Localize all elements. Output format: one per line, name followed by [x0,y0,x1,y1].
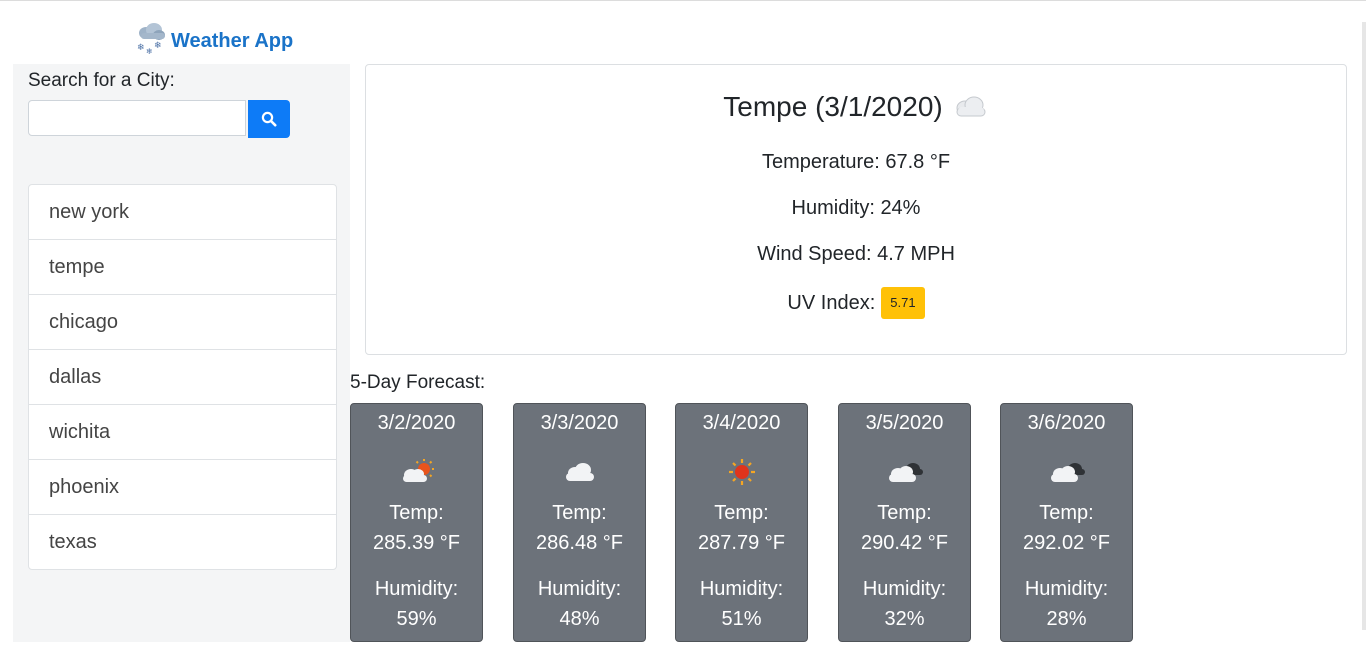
weather-app-page: ❄ ❄ ❄ Weather App Search for a City: new… [0,0,1366,656]
search-history-list: new york tempe chicago dallas wichita ph… [28,184,337,570]
current-wind-speed: Wind Speed: 4.7 MPH [757,243,955,265]
forecast-humidity: 59% [396,608,437,630]
uv-index-row: UV Index: 5.71 [366,287,1346,319]
forecast-humidity-label: Humidity: [1024,578,1109,600]
forecast-temp-label: Temp: [389,502,444,524]
forecast-date: 3/4/2020 [702,412,781,434]
history-item[interactable]: dallas [29,349,336,404]
forecast-date: 3/2/2020 [377,412,456,434]
search-input[interactable] [28,100,246,136]
cloud-icon [951,95,989,119]
scrollbar[interactable] [1362,22,1366,630]
forecast-humidity-label: Humidity: [699,578,784,600]
forecast-humidity-label: Humidity: [537,578,622,600]
sidebar: Search for a City: new york tempe chicag… [13,64,350,642]
broken-clouds-icon [1001,454,1132,490]
forecast-card: 3/2/2020 Temp: 285.39 °F Humidity: 59% [350,403,483,642]
history-item[interactable]: phoenix [29,459,336,514]
current-weather-title-row: Tempe (3/1/2020) [366,91,1346,123]
history-item[interactable]: tempe [29,239,336,294]
search-label: Search for a City: [28,70,175,91]
forecast-temp: 292.02 °F [1023,532,1110,554]
partly-sunny-icon [351,454,482,490]
forecast-humidity: 28% [1046,608,1087,630]
forecast-humidity: 48% [559,608,600,630]
sun-icon [676,454,807,490]
uv-index-label: UV Index: [787,291,876,314]
forecast-humidity: 51% [721,608,762,630]
forecast-card: 3/4/2020 Temp: 287.79 °F Humidity: 51% [675,403,808,642]
svg-text:❄: ❄ [137,43,145,53]
uv-index-badge: 5.71 [881,287,925,319]
forecast-temp-label: Temp: [714,502,769,524]
search-icon [261,111,277,127]
cloud-icon [514,454,645,490]
forecast-temp: 287.79 °F [698,532,785,554]
forecast-date: 3/3/2020 [540,412,619,434]
forecast-date: 3/6/2020 [1027,412,1106,434]
forecast-card: 3/3/2020 Temp: 286.48 °F Humidity: 48% [513,403,646,642]
current-humidity: Humidity: 24% [791,197,921,219]
forecast-humidity-label: Humidity: [374,578,459,600]
history-item[interactable]: texas [29,514,336,569]
forecast-temp: 290.42 °F [861,532,948,554]
history-item[interactable]: wichita [29,404,336,459]
search-button[interactable] [248,100,290,138]
forecast-humidity-label: Humidity: [862,578,947,600]
history-item[interactable]: new york [29,185,336,239]
top-border [0,0,1366,1]
current-weather-card: Tempe (3/1/2020) Temperature: 67.8 °F Hu… [365,64,1347,355]
forecast-temp-label: Temp: [1039,502,1094,524]
svg-text:❄: ❄ [146,47,153,56]
current-temperature: Temperature: 67.8 °F [761,151,951,173]
forecast-temp: 286.48 °F [536,532,623,554]
snow-cloud-icon: ❄ ❄ ❄ [133,20,169,56]
brand: ❄ ❄ ❄ Weather App [133,20,293,56]
forecast-title: 5-Day Forecast: [350,372,486,393]
history-item[interactable]: chicago [29,294,336,349]
forecast-temp-label: Temp: [877,502,932,524]
forecast-humidity: 32% [884,608,925,630]
broken-clouds-icon [839,454,970,490]
forecast-temp: 285.39 °F [373,532,460,554]
forecast-card: 3/5/2020 Temp: 290.42 °F Humidity: 32% [838,403,971,642]
forecast-card: 3/6/2020 Temp: 292.02 °F Humidity: 28% [1000,403,1133,642]
current-city-title: Tempe (3/1/2020) [723,91,943,122]
app-title: Weather App [171,29,294,52]
svg-text:❄: ❄ [154,41,162,51]
forecast-date: 3/5/2020 [865,412,944,434]
forecast-temp-label: Temp: [552,502,607,524]
